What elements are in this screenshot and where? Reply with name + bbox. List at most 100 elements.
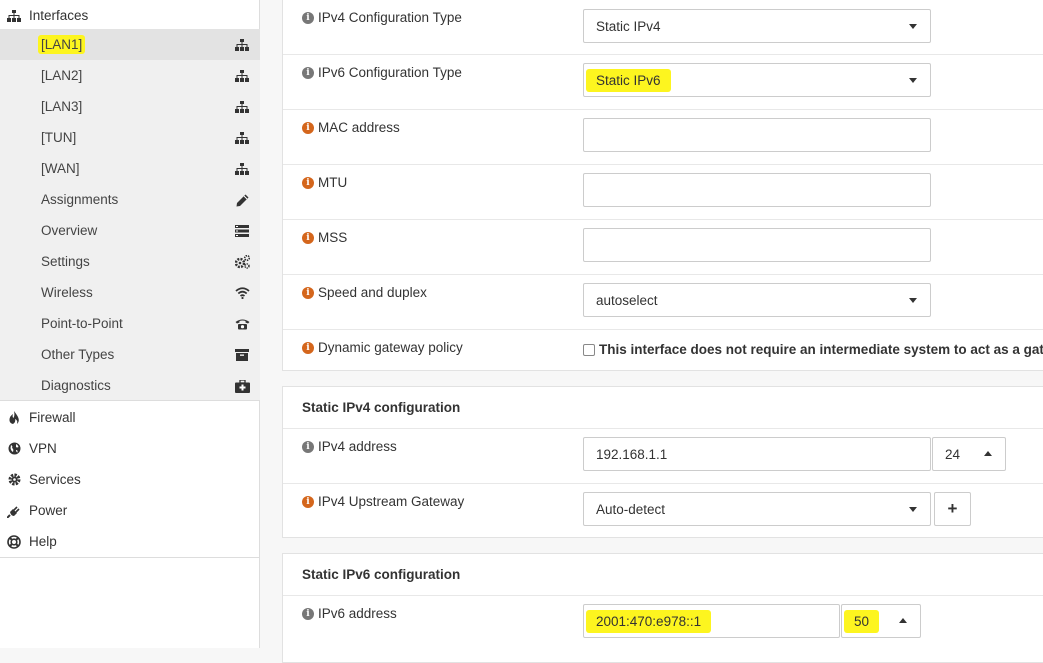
ipv4-gateway-select[interactable]: Auto-detect [583, 492, 931, 526]
ipv4-address-input[interactable]: 192.168.1.1 [583, 437, 931, 471]
static-ipv6-title: Static IPv6 configuration [302, 567, 461, 582]
caret-up-icon [899, 618, 907, 623]
gateway-policy-checkbox[interactable]: This interface does not require an inter… [583, 342, 1043, 357]
speed-row: i Speed and duplex autoselect [283, 274, 1043, 329]
info-icon[interactable]: i [302, 176, 314, 189]
ipv6-address-row: i IPv6 address 2001:470:e978::1 50 [283, 595, 1043, 650]
wifi-icon [234, 285, 250, 301]
sidebar-item-lan3[interactable]: [LAN3] [0, 91, 260, 122]
nav-firewall-label: Firewall [29, 410, 76, 425]
sidebar-item-label: Wireless [41, 285, 93, 300]
sidebar-item-lan2[interactable]: [LAN2] [0, 60, 260, 91]
mac-row: i MAC address [283, 109, 1043, 164]
mss-input[interactable] [583, 228, 931, 262]
ipv4-gateway-label: i IPv4 Upstream Gateway [302, 494, 464, 509]
caret-down-icon [909, 78, 917, 83]
gears-icon [234, 254, 250, 270]
lifebuoy-icon [6, 534, 22, 550]
nav-interfaces-label: Interfaces [29, 8, 89, 23]
mtu-input[interactable] [583, 173, 931, 207]
ipv4-address-label: i IPv4 address [302, 439, 397, 454]
ipv6-type-label: i IPv6 Configuration Type [302, 65, 462, 80]
sidebar-item-label: [LAN1] [38, 35, 86, 54]
sidebar-item-label: [TUN] [41, 130, 77, 145]
info-icon[interactable]: i [302, 341, 314, 354]
info-icon[interactable]: i [302, 11, 314, 24]
ipv4-gateway-row: i IPv4 Upstream Gateway Auto-detect + [283, 483, 1043, 538]
phone-icon [234, 316, 250, 332]
sidebar-divider [0, 557, 260, 558]
mss-label: i MSS [302, 230, 347, 245]
sidebar-item-label: [WAN] [41, 161, 80, 176]
info-icon[interactable]: i [302, 495, 314, 508]
cog-icon [6, 472, 22, 488]
sidebar-item-overview[interactable]: Overview [0, 215, 260, 246]
sidebar-item-settings[interactable]: Settings [0, 246, 260, 277]
sidebar-item-label: Other Types [41, 347, 115, 362]
ipv4-type-row: i IPv4 Configuration Type Static IPv4 [283, 0, 1043, 55]
interfaces-submenu: [LAN1] [LAN2] [LAN3] [TUN] [WAN] Assignm… [0, 29, 260, 401]
ipv4-prefix-select[interactable]: 24 [932, 437, 1006, 471]
sitemap-icon [234, 68, 250, 84]
info-icon[interactable]: i [302, 286, 314, 299]
info-icon[interactable]: i [302, 440, 314, 453]
ipv6-address-input[interactable]: 2001:470:e978::1 [583, 604, 840, 638]
fire-icon [6, 410, 22, 426]
sidebar-item-wireless[interactable]: Wireless [0, 277, 260, 308]
list-icon [234, 223, 250, 239]
sidebar-item-point-to-point[interactable]: Point-to-Point [0, 308, 260, 339]
nav-power[interactable]: Power [0, 495, 260, 526]
mac-address-input[interactable] [583, 118, 931, 152]
nav-vpn[interactable]: VPN [0, 433, 260, 464]
nav-help[interactable]: Help [0, 526, 260, 557]
speed-label: i Speed and duplex [302, 285, 427, 300]
ipv4-address-row: i IPv4 address 192.168.1.1 24 [283, 428, 1043, 483]
nav-vpn-label: VPN [29, 441, 57, 456]
ipv6-type-row: i IPv6 Configuration Type Static IPv6 [283, 54, 1043, 109]
sidebar-item-label: [LAN3] [41, 99, 83, 114]
info-icon[interactable]: i [302, 607, 314, 620]
sidebar-item-label: Point-to-Point [41, 316, 123, 331]
sidebar-item-tun[interactable]: [TUN] [0, 122, 260, 153]
static-ipv4-title: Static IPv4 configuration [302, 400, 461, 415]
plug-icon [6, 503, 22, 519]
sidebar-item-label: Overview [41, 223, 98, 238]
sitemap-icon [234, 37, 250, 53]
medkit-icon [234, 378, 250, 394]
nav-interfaces[interactable]: Interfaces [0, 0, 260, 31]
speed-duplex-select[interactable]: autoselect [583, 283, 931, 317]
info-icon[interactable]: i [302, 121, 314, 134]
nav-services[interactable]: Services [0, 464, 260, 495]
mac-label: i MAC address [302, 120, 400, 135]
main-content: i IPv4 Configuration Type Static IPv4 i … [282, 0, 1043, 663]
mtu-row: i MTU [283, 164, 1043, 219]
ipv6-prefix-select[interactable]: 50 [841, 604, 921, 638]
archive-icon [234, 347, 250, 363]
caret-down-icon [909, 507, 917, 512]
sidebar-item-other-types[interactable]: Other Types [0, 339, 260, 370]
static-ipv4-panel: Static IPv4 configuration i IPv4 address… [282, 386, 1043, 538]
caret-down-icon [909, 298, 917, 303]
sitemap-icon [234, 161, 250, 177]
info-icon[interactable]: i [302, 66, 314, 79]
sidebar-item-label: Settings [41, 254, 90, 269]
ipv4-type-select[interactable]: Static IPv4 [583, 9, 931, 43]
sitemap-icon [234, 99, 250, 115]
sidebar-item-diagnostics[interactable]: Diagnostics [0, 370, 260, 401]
mss-row: i MSS [283, 219, 1043, 274]
globe-icon [6, 441, 22, 457]
mtu-label: i MTU [302, 175, 347, 190]
sitemap-icon [234, 130, 250, 146]
sidebar-item-label: [LAN2] [41, 68, 83, 83]
info-icon[interactable]: i [302, 231, 314, 244]
ipv6-type-select[interactable]: Static IPv6 [583, 63, 931, 97]
sidebar-item-assignments[interactable]: Assignments [0, 184, 260, 215]
add-gateway-button[interactable]: + [934, 492, 971, 526]
gateway-policy-label: i Dynamic gateway policy [302, 340, 463, 355]
checkbox[interactable] [583, 343, 595, 356]
nav-firewall[interactable]: Firewall [0, 402, 260, 433]
ipv6-address-label: i IPv6 address [302, 606, 397, 621]
sidebar-item-lan1[interactable]: [LAN1] [0, 29, 260, 60]
sidebar-item-wan[interactable]: [WAN] [0, 153, 260, 184]
sitemap-icon [6, 8, 22, 24]
